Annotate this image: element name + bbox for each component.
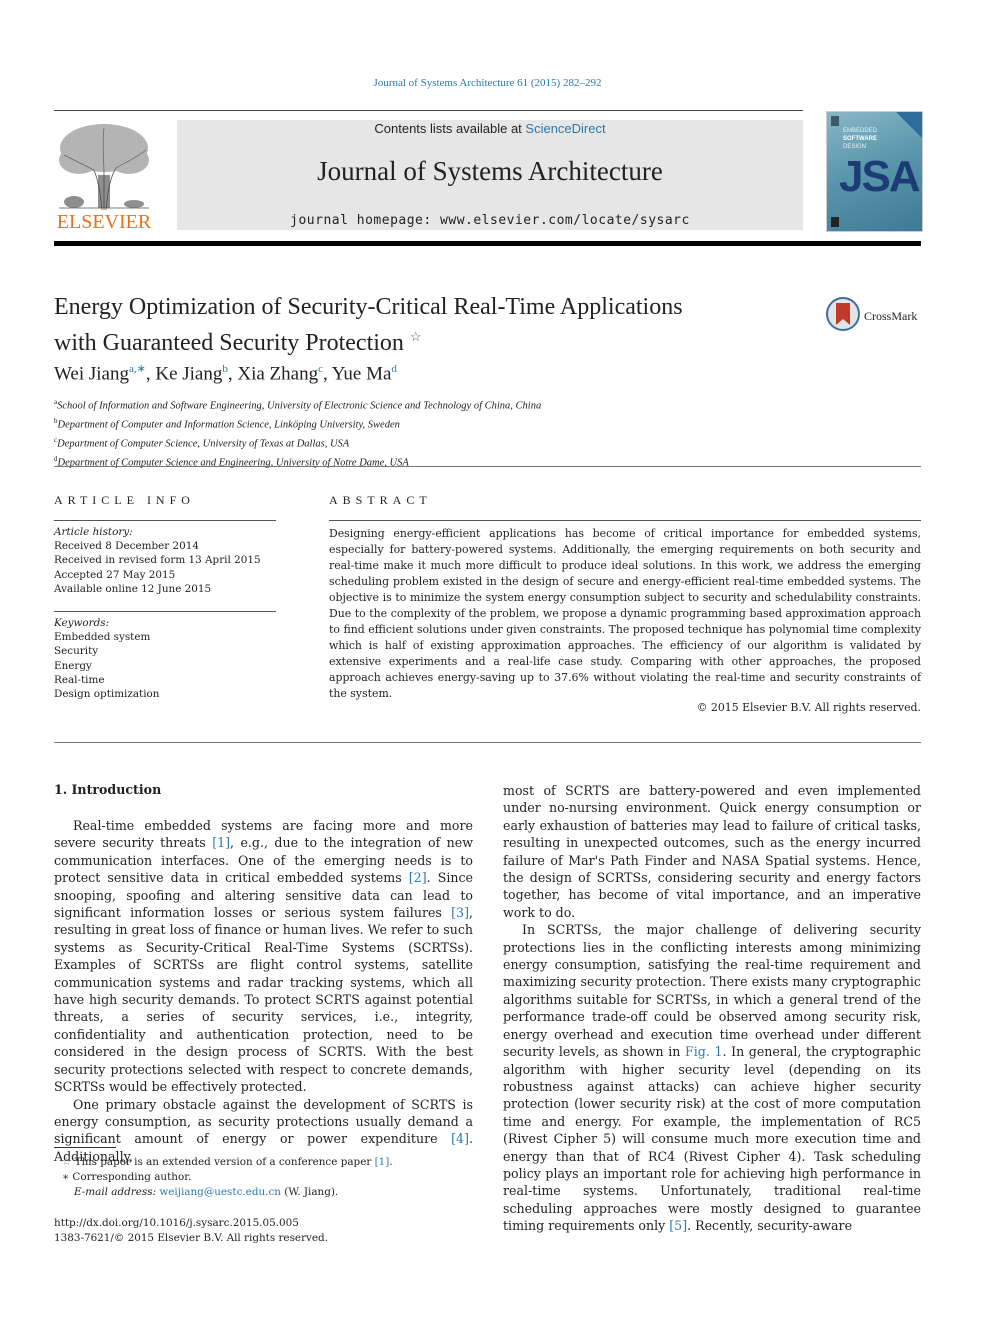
affiliation-text: School of Information and Software Engin… — [57, 400, 542, 412]
affiliation-text: Department of Computer and Information S… — [57, 419, 400, 431]
reference-link[interactable]: [2] — [409, 870, 427, 885]
cover-publisher-logo — [831, 116, 839, 126]
author-name: Ke Jiang — [155, 363, 223, 385]
affiliation-text: Department of Computer Science, Universi… — [57, 438, 350, 450]
paragraph: Real-time embedded systems are facing mo… — [54, 817, 473, 1096]
affiliation-divider — [54, 466, 921, 467]
article-history: Article history: Received 8 December 201… — [54, 525, 261, 596]
footnote-corr-mark: ∗ — [62, 1171, 70, 1183]
abstract-divider — [54, 742, 921, 743]
author-affiliation-mark[interactable]: a,∗ — [129, 363, 146, 375]
issn-copyright: 1383-7621/© 2015 Elsevier B.V. All right… — [54, 1232, 329, 1244]
doi-link[interactable]: http://dx.doi.org/10.1016/j.sysarc.2015.… — [54, 1216, 299, 1231]
email-link[interactable]: weijiang@uestc.edu.cn — [159, 1186, 281, 1198]
reference-link[interactable]: [1] — [375, 1156, 390, 1168]
contents-available-line: Contents lists available at ScienceDirec… — [177, 121, 803, 136]
history-item: Available online 12 June 2015 — [54, 582, 212, 595]
reference-link[interactable]: [5] — [669, 1218, 687, 1233]
abstract-text: Designing energy-efficient applications … — [329, 527, 921, 700]
text-run: One primary obstacle against the develop… — [54, 1096, 473, 1147]
cover-corner-badge — [896, 112, 922, 138]
cover-line-3: DESIGN — [843, 144, 867, 150]
affiliation-item: aSchool of Information and Software Engi… — [54, 395, 541, 414]
journal-banner: Contents lists available at ScienceDirec… — [177, 120, 803, 230]
footnote-star-mark: ☆ — [62, 1156, 72, 1168]
keyword-item: Real-time — [54, 673, 105, 686]
email-suffix: (W. Jiang). — [281, 1186, 339, 1198]
text-run: most of SCRTS are battery-powered and ev… — [503, 783, 921, 920]
email-label: E-mail address: — [74, 1186, 160, 1198]
crossmark-label: CrossMark — [864, 309, 918, 323]
author-affiliation-mark[interactable]: d — [391, 363, 397, 375]
history-item: Received 8 December 2014 — [54, 540, 199, 553]
footnote-star: ☆ This paper is an extended version of a… — [62, 1156, 393, 1168]
affiliation-item: bDepartment of Computer and Information … — [54, 414, 541, 433]
paragraph: In SCRTSs, the major challenge of delive… — [503, 921, 921, 1234]
crossmark-button[interactable]: CrossMark — [826, 297, 926, 333]
history-item: Accepted 27 May 2015 — [54, 568, 176, 581]
article-title: Energy Optimization of Security-Critical… — [54, 292, 774, 358]
footnote-star-text: This paper is an extended version of a c… — [74, 1156, 375, 1168]
text-run: , resulting in great loss of finance or … — [54, 905, 473, 1095]
reference-link[interactable]: [3] — [451, 905, 469, 920]
keywords-label: Keywords: — [54, 617, 110, 629]
keyword-item: Energy — [54, 659, 92, 672]
reference-link[interactable]: Fig. 1 — [685, 1044, 722, 1059]
title-line-1: Energy Optimization of Security-Critical… — [54, 294, 683, 320]
article-info-rule — [54, 520, 276, 521]
footnote-email: E-mail address: weijiang@uestc.edu.cn (W… — [62, 1185, 482, 1200]
keyword-item: Security — [54, 645, 99, 658]
crossmark-icon — [826, 297, 860, 331]
tree-icon — [59, 124, 149, 211]
journal-title: Journal of Systems Architecture — [317, 156, 663, 186]
journal-cover-image: EMBEDDED SOFTWARE DESIGN JSA — [826, 111, 923, 232]
abstract-heading: ABSTRACT — [329, 493, 432, 507]
title-footnote-star[interactable]: ☆ — [410, 329, 422, 344]
cover-acronym: JSA — [839, 152, 921, 201]
journal-homepage[interactable]: journal homepage: www.elsevier.com/locat… — [177, 213, 803, 228]
footnote-rule — [54, 1147, 116, 1148]
author-affiliation-mark[interactable]: b — [222, 363, 228, 375]
cover-line-2: SOFTWARE — [843, 136, 877, 142]
header-top-rule — [54, 110, 803, 111]
footnote-corr-text: Corresponding author. — [72, 1171, 192, 1183]
contents-prefix: Contents lists available at — [374, 121, 526, 136]
footnotes: ☆ This paper is an extended version of a… — [62, 1155, 482, 1200]
elsevier-wordmark: ELSEVIER — [56, 211, 152, 233]
journal-reference-link[interactable]: Journal of Systems Architecture 61 (2015… — [0, 77, 975, 89]
keyword-item: Design optimization — [54, 688, 160, 701]
text-run: In SCRTSs, the major challenge of delive… — [503, 922, 921, 1060]
cover-line-1: EMBEDDED — [843, 128, 878, 134]
history-item: Received in revised form 13 April 2015 — [54, 554, 261, 567]
abstract-rule — [329, 520, 921, 521]
body-column-right: most of SCRTS are battery-powered and ev… — [503, 782, 921, 1235]
author-name: Xia Zhang — [237, 363, 319, 385]
author-name: Wei Jiang — [54, 363, 129, 385]
header-bottom-rule — [54, 241, 921, 246]
cover-barcode — [831, 217, 839, 227]
text-run: . Recently, security-aware — [687, 1218, 853, 1234]
affiliation-item: dDepartment of Computer Science and Engi… — [54, 452, 541, 471]
body-column-left: Real-time embedded systems are facing mo… — [54, 817, 473, 1165]
footnote-corresponding: ∗ Corresponding author. — [62, 1170, 482, 1185]
title-line-2: with Guaranteed Security Protection — [54, 330, 404, 356]
text-run: . In general, the cryptographic algorith… — [503, 1044, 921, 1234]
reference-link[interactable]: [1] — [212, 835, 230, 850]
reference-link[interactable]: [4] — [451, 1131, 469, 1146]
abstract-copyright: © 2015 Elsevier B.V. All rights reserved… — [696, 701, 921, 714]
author-list: Wei Jianga,∗, Ke Jiangb, Xia Zhangc, Yue… — [54, 363, 397, 385]
article-info-heading: ARTICLE INFO — [54, 493, 195, 507]
affiliation-item: cDepartment of Computer Science, Univers… — [54, 433, 541, 452]
affiliation-list: aSchool of Information and Software Engi… — [54, 395, 541, 471]
keyword-item: Embedded system — [54, 631, 151, 644]
keywords-rule — [54, 611, 276, 612]
paragraph: most of SCRTS are battery-powered and ev… — [503, 782, 921, 921]
article-history-label: Article history: — [54, 526, 133, 538]
sciencedirect-link[interactable]: ScienceDirect — [525, 121, 605, 136]
section-heading-introduction: 1. Introduction — [54, 782, 162, 797]
author-name: Yue Ma — [331, 363, 392, 385]
author-affiliation-mark[interactable]: c — [318, 363, 323, 375]
keywords: Keywords: Embedded system Security Energ… — [54, 616, 159, 701]
